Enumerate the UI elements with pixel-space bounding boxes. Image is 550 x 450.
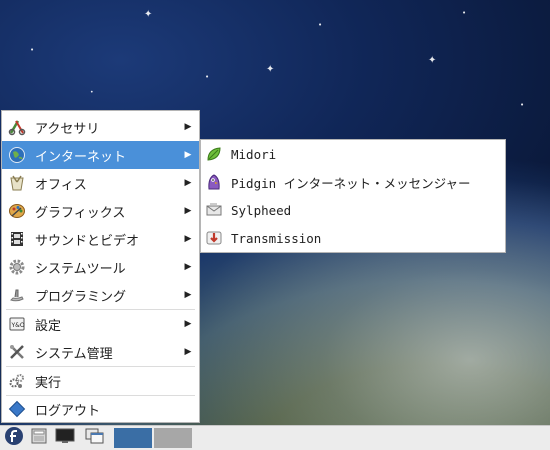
desktop-switch-button[interactable] [84,428,106,448]
submenu-item-label: Pidgin インターネット・メッセンジャー [231,175,471,191]
submenu-item-label: Sylpheed [231,202,292,218]
star: ✦ [428,55,437,66]
menu-item-system-admin[interactable]: システム管理 ▶ [2,338,199,366]
menu-item-label: アクセサリ [35,121,100,137]
menu-item-label: オフィス [35,177,87,193]
chevron-right-icon: ▶ [184,122,192,132]
settings-icon: Y&O [8,315,26,333]
tools-icon [8,343,26,361]
run-icon [8,372,26,390]
submenu-item-sylpheed[interactable]: Sylpheed [201,196,505,224]
transmission-icon [205,229,223,247]
desktop-switch-icon [85,427,105,449]
palette-icon [8,202,26,220]
workspace-2[interactable] [154,428,192,448]
submenu-item-pidgin[interactable]: Pidgin インターネット・メッセンジャー [201,168,505,196]
menu-item-sound-video[interactable]: サウンドとビデオ ▶ [2,225,199,253]
chevron-right-icon: ▶ [184,347,192,357]
star: • [318,21,323,29]
accessories-icon [8,118,26,136]
menu-item-label: 実行 [35,375,62,391]
submenu-item-label: Transmission [231,230,322,246]
menu-item-accessories[interactable]: アクセサリ ▶ [2,113,199,141]
submenu-item-midori[interactable]: Midori [201,140,505,168]
file-manager-button[interactable] [28,428,50,448]
pidgin-icon [205,173,223,191]
logout-icon [8,400,26,418]
chevron-right-icon: ▶ [184,234,192,244]
terminal-icon [55,427,75,449]
fedora-menu-icon [4,426,24,450]
star: ✦ [144,9,153,20]
menu-item-system-tools[interactable]: システムツール ▶ [2,253,199,281]
fedora-menu-button[interactable] [3,426,25,450]
internet-submenu: Midori Pidgin インターネット・メッセンジャー Sylpheed T… [200,139,506,253]
menu-item-graphics[interactable]: グラフィックス ▶ [2,197,199,225]
star: • [90,89,94,96]
mail-icon [205,201,223,219]
menu-item-label: インターネット [35,149,127,165]
menu-item-internet[interactable]: インターネット ▶ [2,141,199,169]
taskbar [0,425,550,450]
chevron-right-icon: ▶ [184,178,192,188]
menu-item-label: システムツール [35,261,126,277]
application-menu: アクセサリ ▶ インターネット ▶ オフィス ▶ グラフィックス ▶ サウンドと… [1,110,200,423]
file-manager-icon [30,427,48,449]
star: • [462,9,467,17]
terminal-button[interactable] [54,428,76,448]
midori-leaf-icon [205,145,223,163]
film-icon [8,230,26,248]
menu-item-office[interactable]: オフィス ▶ [2,169,199,197]
menu-item-label: システム管理 [35,346,113,362]
chevron-right-icon: ▶ [184,262,192,272]
menu-item-programming[interactable]: プログラミング ▶ [2,281,199,309]
star: • [520,101,525,109]
menu-item-label: 設定 [35,318,62,334]
menu-item-settings[interactable]: Y&O 設定 ▶ [2,310,199,338]
submenu-item-transmission[interactable]: Transmission [201,224,505,252]
star: • [205,73,210,81]
globe-icon [8,146,26,164]
menu-item-run[interactable]: 実行 [2,367,199,395]
chevron-right-icon: ▶ [184,319,192,329]
submenu-item-label: Midori [231,146,277,162]
menu-item-label: プログラミング [35,289,127,305]
chevron-right-icon: ▶ [184,290,192,300]
svg-text:Y&O: Y&O [11,322,25,329]
menu-item-label: サウンドとビデオ [35,233,140,249]
star: ✦ [266,64,275,75]
menu-item-logout[interactable]: ログアウト [2,395,199,423]
menu-item-label: グラフィックス [35,205,126,221]
menu-item-label: ログアウト [35,403,101,419]
chevron-right-icon: ▶ [184,206,192,216]
chevron-right-icon: ▶ [184,150,192,160]
programming-icon [8,286,26,304]
star: • [30,46,35,54]
workspace-1[interactable] [114,428,152,448]
office-icon [8,174,26,192]
gear-icon [8,258,26,276]
